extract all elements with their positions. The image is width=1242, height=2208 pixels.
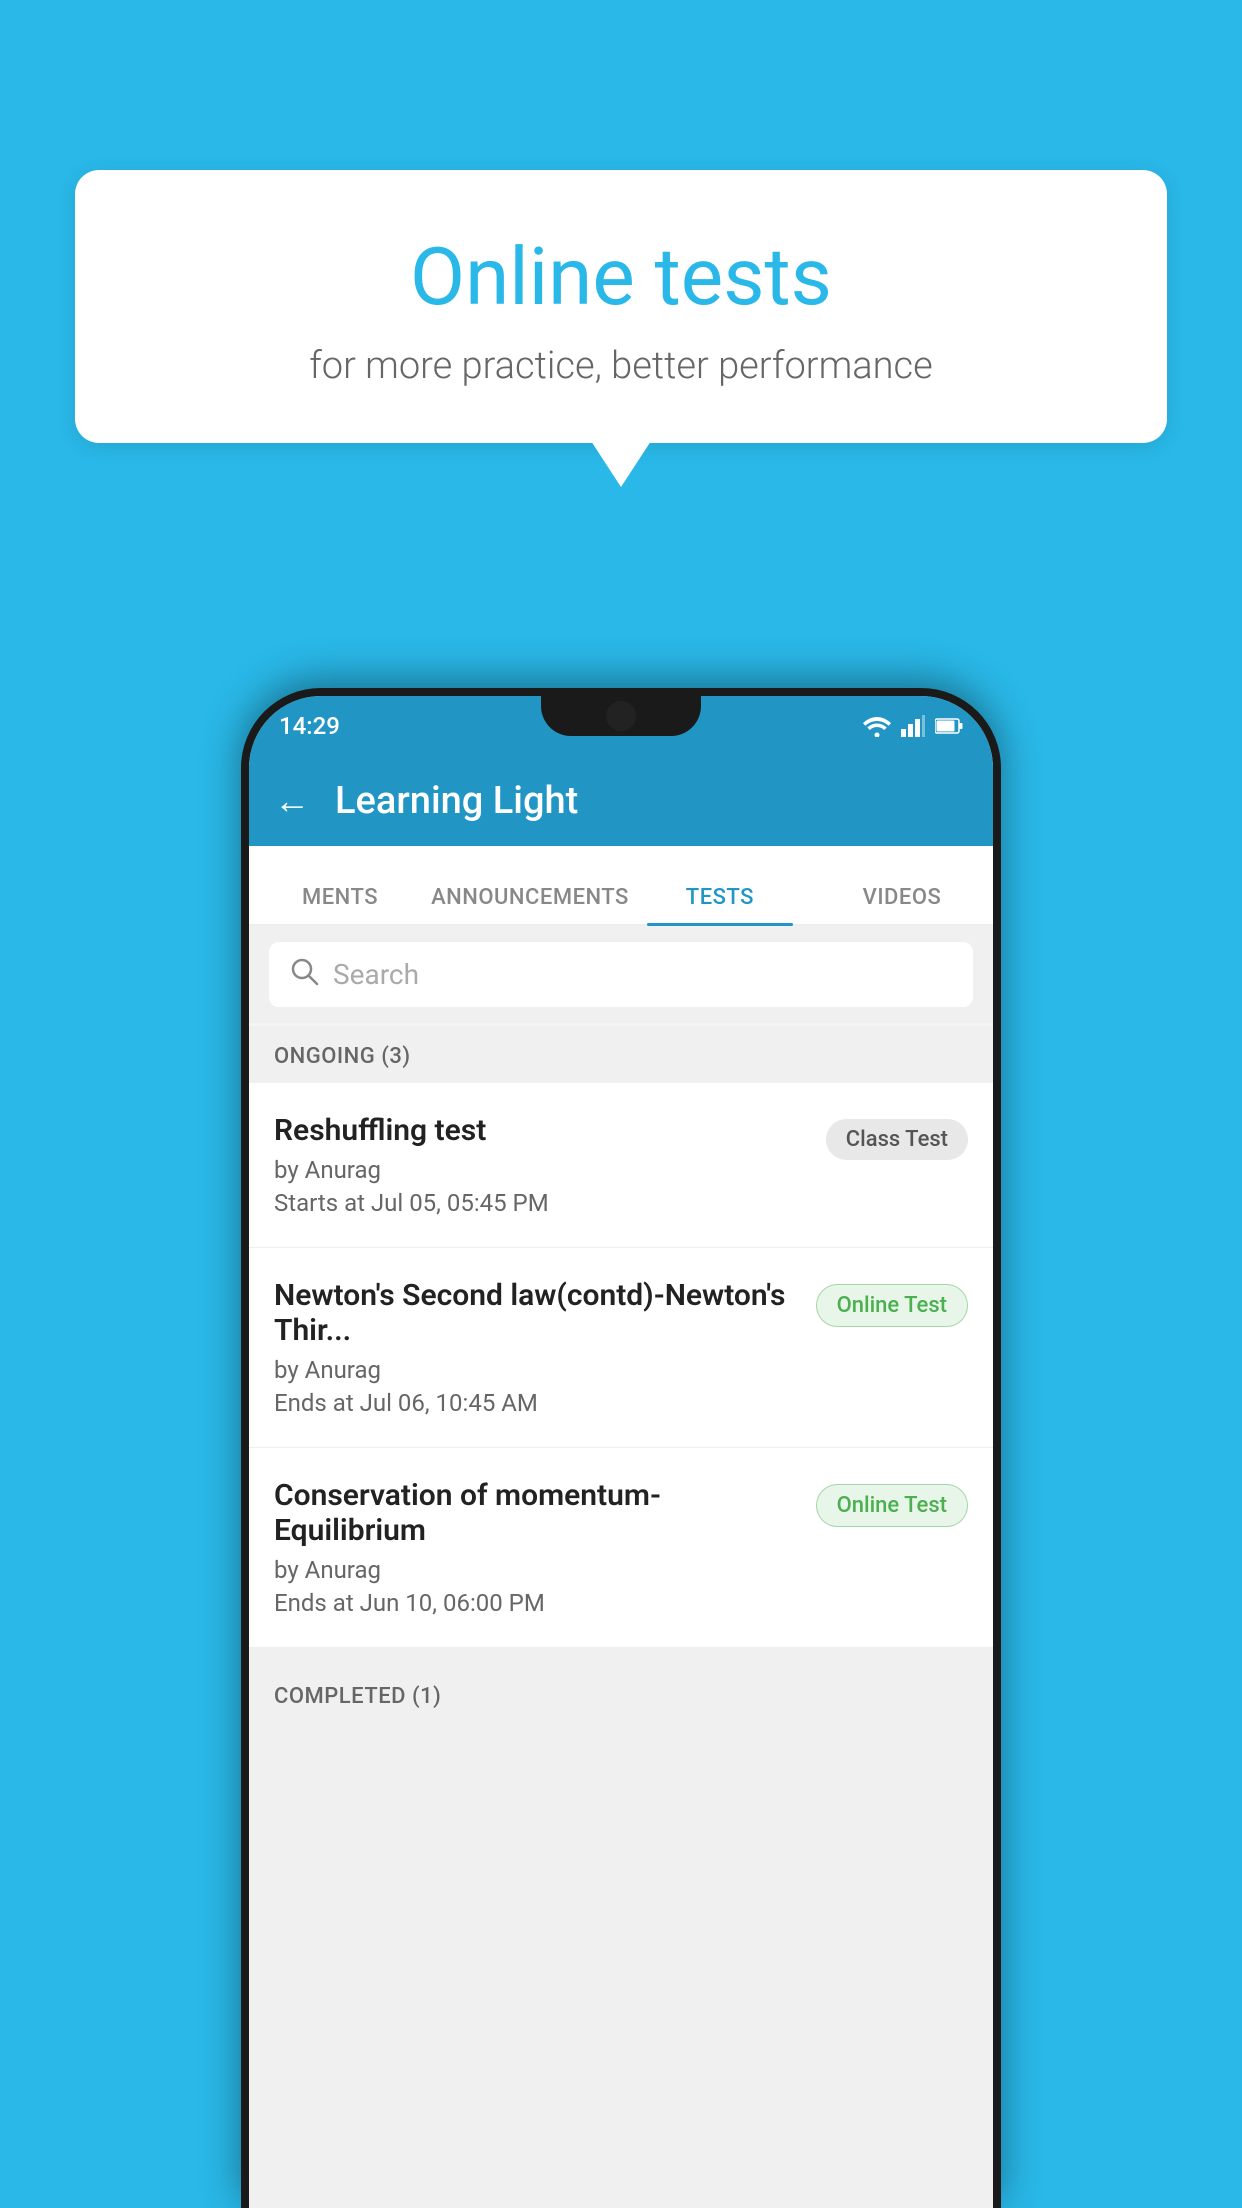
search-icon [289, 956, 319, 994]
test-item[interactable]: Newton's Second law(contd)-Newton's Thir… [249, 1248, 993, 1448]
app-bar-title: Learning Light [335, 779, 578, 823]
promo-subtitle: for more practice, better performance [125, 344, 1117, 388]
search-placeholder: Search [333, 958, 419, 991]
test-title: Conservation of momentum-Equilibrium [274, 1478, 801, 1548]
tests-list: Reshuffling test by Anurag Starts at Jul… [249, 1083, 993, 1648]
test-info: Conservation of momentum-Equilibrium by … [274, 1478, 816, 1617]
test-info: Newton's Second law(contd)-Newton's Thir… [274, 1278, 816, 1417]
search-input-wrapper[interactable]: Search [269, 942, 973, 1007]
tab-videos[interactable]: VIDEOS [811, 885, 993, 924]
test-time: Ends at Jul 06, 10:45 AM [274, 1389, 801, 1417]
test-title: Newton's Second law(contd)-Newton's Thir… [274, 1278, 801, 1348]
tab-ments[interactable]: MENTS [249, 885, 431, 924]
wifi-icon [863, 715, 891, 737]
test-author: by Anurag [274, 1356, 801, 1384]
test-author: by Anurag [274, 1556, 801, 1584]
status-time: 14:29 [279, 712, 340, 740]
app-bar: ← Learning Light [249, 756, 993, 846]
content-area: ONGOING (3) Reshuffling test by Anurag S… [249, 1026, 993, 2208]
status-icons [863, 715, 963, 737]
signal-icon [901, 715, 925, 737]
test-time: Ends at Jun 10, 06:00 PM [274, 1589, 801, 1617]
test-badge-class: Class Test [826, 1119, 968, 1160]
tab-announcements[interactable]: ANNOUNCEMENTS [431, 885, 629, 924]
search-container: Search [249, 926, 993, 1023]
promo-card: Online tests for more practice, better p… [75, 170, 1167, 443]
camera [606, 701, 636, 731]
test-item[interactable]: Reshuffling test by Anurag Starts at Jul… [249, 1083, 993, 1248]
completed-section-header: COMPLETED (1) [249, 1666, 993, 1723]
phone-screen: 14:29 [249, 696, 993, 2208]
completed-section: COMPLETED (1) [249, 1666, 993, 1723]
test-title: Reshuffling test [274, 1113, 811, 1148]
test-author: by Anurag [274, 1156, 811, 1184]
back-button[interactable]: ← [274, 780, 310, 822]
test-item[interactable]: Conservation of momentum-Equilibrium by … [249, 1448, 993, 1648]
battery-icon [935, 717, 963, 735]
phone-notch [541, 696, 701, 736]
test-badge-online: Online Test [816, 1484, 968, 1527]
test-info: Reshuffling test by Anurag Starts at Jul… [274, 1113, 826, 1217]
phone-frame: 14:29 [241, 688, 1001, 2208]
tab-tests[interactable]: TESTS [629, 885, 811, 924]
promo-title: Online tests [125, 230, 1117, 324]
tab-bar: MENTS ANNOUNCEMENTS TESTS VIDEOS [249, 846, 993, 926]
test-badge-online: Online Test [816, 1284, 968, 1327]
test-time: Starts at Jul 05, 05:45 PM [274, 1189, 811, 1217]
ongoing-section-header: ONGOING (3) [249, 1026, 993, 1083]
